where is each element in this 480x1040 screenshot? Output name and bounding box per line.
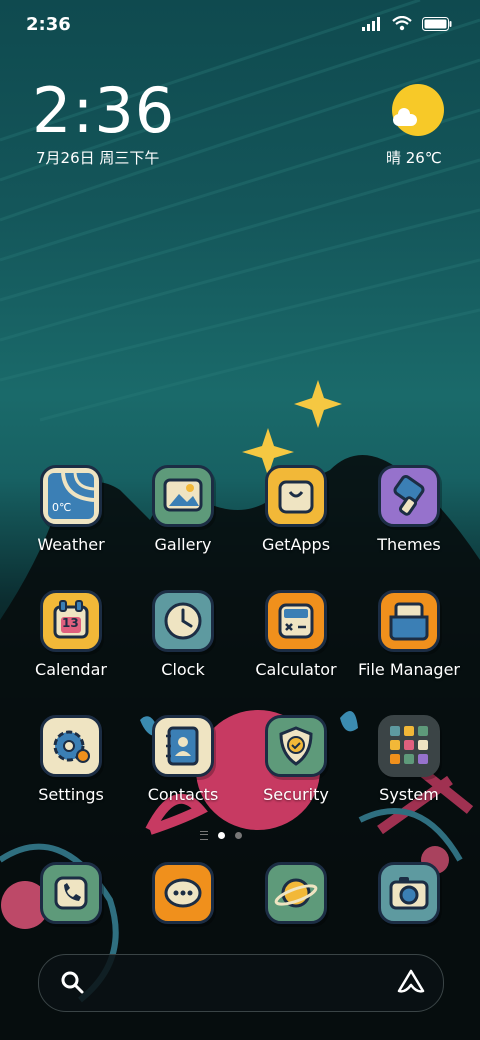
themes-icon xyxy=(378,465,440,527)
app-themes[interactable]: Themes xyxy=(354,465,464,554)
app-list-indicator[interactable] xyxy=(200,831,208,840)
weather-icon: 0℃ xyxy=(40,465,102,527)
wifi-icon xyxy=(392,16,412,31)
folder-icon xyxy=(378,590,440,652)
gallery-icon xyxy=(152,465,214,527)
calendar-icon: 13 xyxy=(40,590,102,652)
folder-grid-icon xyxy=(378,715,440,777)
status-time: 2:36 xyxy=(26,14,71,35)
page-dot-active[interactable] xyxy=(218,832,225,839)
getapps-icon xyxy=(265,465,327,527)
app-calendar[interactable]: 13 Calendar xyxy=(16,590,126,679)
clock-widget-date: 7月26日 周三下午 xyxy=(36,149,160,167)
dock-messages[interactable] xyxy=(128,862,238,924)
cloud-icon xyxy=(393,108,417,126)
messages-icon xyxy=(152,862,214,924)
gear-icon xyxy=(40,715,102,777)
app-label: Weather xyxy=(37,535,105,554)
app-clock[interactable]: Clock xyxy=(128,590,238,679)
app-label: Settings xyxy=(38,785,104,804)
app-label: Contacts xyxy=(147,785,219,804)
app-label: GetApps xyxy=(261,535,331,554)
app-gallery[interactable]: Gallery xyxy=(128,465,238,554)
page-dot[interactable] xyxy=(235,832,242,839)
browser-icon xyxy=(265,862,327,924)
app-label: File Manager xyxy=(358,660,460,679)
phone-icon xyxy=(40,862,102,924)
page-indicator[interactable] xyxy=(200,831,242,840)
sparkle-icon xyxy=(294,380,342,428)
clock-widget-time[interactable]: 2:36 xyxy=(32,74,175,147)
app-settings[interactable]: Settings xyxy=(16,715,126,804)
dock-browser[interactable] xyxy=(241,862,351,924)
contacts-icon xyxy=(152,715,214,777)
calendar-day: 13 xyxy=(62,616,79,630)
app-label: Themes xyxy=(377,535,441,554)
search-bar[interactable] xyxy=(38,954,444,1012)
assistant-icon[interactable] xyxy=(397,969,425,995)
shield-icon xyxy=(265,715,327,777)
app-contacts[interactable]: Contacts xyxy=(128,715,238,804)
signal-icon xyxy=(362,16,380,31)
status-bar: 2:36 xyxy=(0,0,480,50)
weather-icon-badge: 0℃ xyxy=(52,501,72,514)
search-icon xyxy=(61,971,84,994)
camera-icon xyxy=(378,862,440,924)
calculator-icon xyxy=(265,590,327,652)
app-getapps[interactable]: GetApps xyxy=(241,465,351,554)
app-label: Calendar xyxy=(35,660,107,679)
app-calculator[interactable]: Calculator xyxy=(241,590,351,679)
app-security[interactable]: Security xyxy=(241,715,351,804)
app-label: Security xyxy=(263,785,329,804)
battery-icon xyxy=(422,16,452,31)
app-label: Calculator xyxy=(255,660,337,679)
dock-phone[interactable] xyxy=(16,862,126,924)
app-label: System xyxy=(379,785,439,804)
app-label: Clock xyxy=(161,660,205,679)
weather-widget-text: 晴 26℃ xyxy=(386,149,442,167)
app-label: Gallery xyxy=(154,535,212,554)
app-weather[interactable]: 0℃ Weather xyxy=(16,465,126,554)
app-file-manager[interactable]: File Manager xyxy=(354,590,464,679)
clock-icon xyxy=(152,590,214,652)
folder-system[interactable]: System xyxy=(354,715,464,804)
dock-camera[interactable] xyxy=(354,862,464,924)
